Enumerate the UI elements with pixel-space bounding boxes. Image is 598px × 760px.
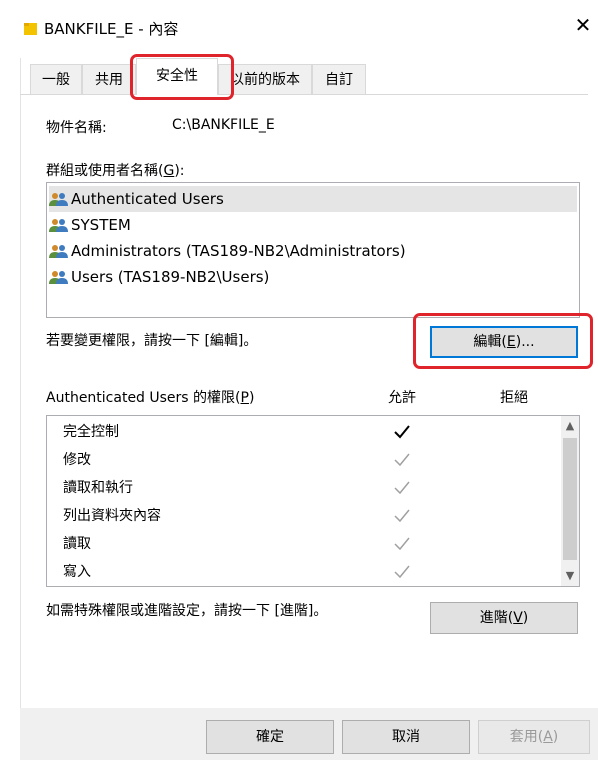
scroll-thumb[interactable] [563, 438, 577, 560]
allow-check-icon [394, 509, 410, 523]
permission-row-full-control: 完全控制 [63, 424, 119, 440]
users-icon [49, 219, 68, 232]
tab-previous-versions[interactable]: 以前的版本 [218, 64, 312, 94]
tab-general[interactable]: 一般 [30, 64, 82, 94]
users-icon [49, 193, 68, 206]
deny-column-header: 拒絕 [500, 390, 528, 406]
close-button[interactable]: ✕ [572, 14, 594, 36]
tab-security[interactable]: 安全性 [136, 58, 218, 95]
list-item-users[interactable]: Users (TAS189-NB2\Users) [49, 264, 269, 290]
advanced-hint: 如需特殊權限或進階設定，請按一下 [進階]。 [46, 603, 328, 619]
allow-column-header: 允許 [388, 390, 416, 406]
list-item-administrators[interactable]: Administrators (TAS189-NB2\Administrator… [49, 238, 406, 264]
allow-check-icon [394, 481, 410, 495]
groups-list[interactable]: Authenticated Users SYSTEM Administrator… [46, 182, 580, 318]
ok-button[interactable]: 確定 [206, 720, 334, 754]
permissions-scrollbar[interactable]: ▲ ▼ [561, 416, 579, 586]
allow-check-icon [394, 537, 410, 551]
object-name-label: 物件名稱: [46, 120, 107, 136]
edit-button[interactable]: 編輯(E)... [430, 326, 578, 358]
tab-customize[interactable]: 自訂 [312, 64, 366, 94]
apply-button[interactable]: 套用(A) [478, 720, 590, 754]
permissions-list[interactable]: 完全控制 修改 讀取和執行 列出資料夾內容 讀取 寫入 ▲ ▼ [46, 415, 580, 587]
list-item-system[interactable]: SYSTEM [49, 212, 131, 238]
permission-row-list-folder: 列出資料夾內容 [63, 508, 161, 524]
advanced-button[interactable]: 進階(V) [430, 602, 578, 634]
permission-row-read-execute: 讀取和執行 [63, 480, 133, 496]
object-name-value: C:\BANKFILE_E [172, 117, 275, 133]
permission-row-modify: 修改 [63, 452, 91, 468]
allow-check-icon [394, 453, 410, 467]
users-icon [49, 245, 68, 258]
folder-icon [24, 23, 37, 35]
cancel-button[interactable]: 取消 [342, 720, 470, 754]
users-icon [49, 271, 68, 284]
allow-check-icon [394, 565, 410, 579]
tab-sharing[interactable]: 共用 [82, 64, 136, 94]
title-bar: BANKFILE_E - 內容 ✕ [0, 0, 598, 58]
groups-label: 群組或使用者名稱(G): [46, 163, 185, 179]
permission-row-write: 寫入 [63, 564, 91, 580]
scroll-down-icon[interactable]: ▼ [561, 566, 579, 586]
permissions-label: Authenticated Users 的權限(P) [46, 390, 255, 406]
change-permissions-hint: 若要變更權限，請按一下 [編輯]。 [46, 333, 258, 349]
window-title: BANKFILE_E - 內容 [44, 20, 179, 38]
close-icon: ✕ [574, 13, 592, 37]
permission-row-read: 讀取 [63, 536, 91, 552]
scroll-up-icon[interactable]: ▲ [561, 416, 579, 436]
list-item-authenticated-users[interactable]: Authenticated Users [49, 186, 577, 212]
allow-check-icon [394, 425, 410, 439]
